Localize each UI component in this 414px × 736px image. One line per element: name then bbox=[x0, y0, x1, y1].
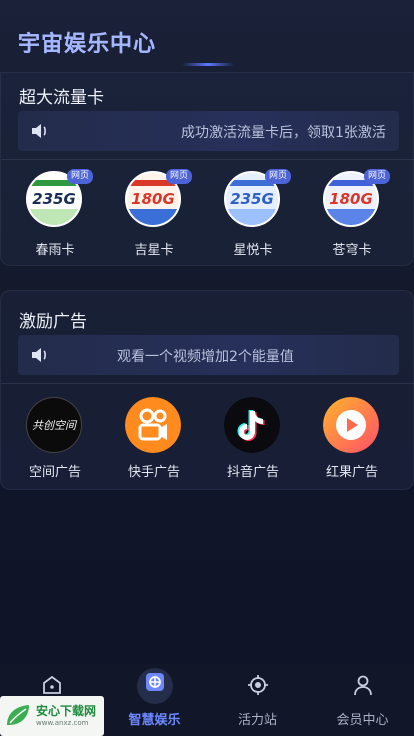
web-badge: 网页 bbox=[67, 169, 94, 184]
flow-card-grid: 235G 网页 春雨卡 180G 网页 吉星卡 235G 网页 星悦卡 180G… bbox=[1, 169, 414, 265]
kuaishou-icon bbox=[125, 397, 181, 453]
header-indicator bbox=[182, 63, 234, 66]
notice-text: 观看一个视频增加2个能量值 bbox=[117, 349, 294, 365]
ad-item-label: 空间广告 bbox=[28, 465, 81, 480]
section-title: 激励广告 bbox=[19, 312, 87, 332]
flow-card-section: 超大流量卡 成功激活流量卡后，领取1张激活 235G 网页 春雨卡 180G 网… bbox=[0, 72, 414, 266]
notice-text: 成功激活流量卡后，领取1张激活 bbox=[181, 125, 386, 141]
user-icon bbox=[354, 675, 372, 696]
ad-item-label: 快手广告 bbox=[127, 465, 180, 480]
web-badge: 网页 bbox=[364, 169, 391, 184]
ad-item-space[interactable]: 共创空间 空间广告 bbox=[15, 391, 95, 487]
watermark-title: 安心下载网 bbox=[36, 704, 97, 718]
app-header: 宇宙娱乐中心 bbox=[0, 22, 414, 72]
ad-grid: 共创空间 空间广告 快手广告 抖音广告 红果广告 bbox=[1, 391, 414, 487]
douyin-icon bbox=[224, 397, 280, 453]
sim-card-label: 吉星卡 bbox=[134, 243, 174, 258]
sim-card-chunyu[interactable]: 235G 网页 春雨卡 bbox=[15, 169, 95, 265]
tab-entertainment[interactable]: 智慧娱乐 bbox=[103, 664, 206, 736]
page-title: 宇宙娱乐中心 bbox=[18, 26, 156, 58]
sim-card-capacity: 235G bbox=[32, 190, 76, 208]
ad-item-hongguo[interactable]: 红果广告 bbox=[312, 391, 392, 487]
speaker-icon bbox=[32, 348, 46, 362]
hongguo-play-icon bbox=[323, 397, 379, 453]
sim-card-capacity: 180G bbox=[329, 190, 373, 208]
watermark-url: www.anxz.com bbox=[36, 719, 89, 727]
status-bar bbox=[0, 0, 414, 22]
sim-card-cangqiong[interactable]: 180G 网页 苍穹卡 bbox=[312, 169, 392, 265]
sim-card-xingyue[interactable]: 235G 网页 星悦卡 bbox=[213, 169, 293, 265]
tab-label: 会员中心 bbox=[336, 713, 389, 728]
ad-item-kuaishou[interactable]: 快手广告 bbox=[114, 391, 194, 487]
tab-label: 智慧娱乐 bbox=[128, 713, 181, 728]
incentive-ad-section: 激励广告 观看一个视频增加2个能量值 共创空间 空间广告 快手广告 抖音广告 红… bbox=[0, 290, 414, 490]
gongchuang-space-icon: 共创空间 bbox=[26, 397, 82, 453]
ad-notice-bar[interactable]: 观看一个视频增加2个能量值 bbox=[18, 335, 399, 375]
tab-vitality-station[interactable]: 活力站 bbox=[206, 664, 309, 736]
sim-card-label: 星悦卡 bbox=[233, 243, 273, 258]
divider bbox=[1, 383, 414, 384]
target-icon bbox=[248, 675, 268, 695]
sim-card-label: 苍穹卡 bbox=[332, 243, 372, 258]
divider bbox=[1, 159, 414, 160]
web-badge: 网页 bbox=[265, 169, 292, 184]
sim-card-label: 春雨卡 bbox=[35, 243, 75, 258]
sim-card-capacity: 235G bbox=[230, 190, 274, 208]
speaker-icon bbox=[32, 124, 46, 138]
ad-item-douyin[interactable]: 抖音广告 bbox=[213, 391, 293, 487]
ad-item-label: 红果广告 bbox=[325, 465, 378, 480]
section-title: 超大流量卡 bbox=[19, 88, 104, 108]
flow-notice-bar[interactable]: 成功激活流量卡后，领取1张激活 bbox=[18, 111, 399, 151]
sim-card-capacity: 180G bbox=[131, 190, 175, 208]
watermark-logo: 安心下载网 www.anxz.com bbox=[0, 696, 104, 736]
home-icon bbox=[43, 675, 61, 694]
ad-item-label: 抖音广告 bbox=[226, 465, 279, 480]
tab-label: 活力站 bbox=[237, 713, 277, 728]
tab-member-center[interactable]: 会员中心 bbox=[311, 664, 414, 736]
entertainment-icon bbox=[146, 673, 164, 691]
sim-card-jixing[interactable]: 180G 网页 吉星卡 bbox=[114, 169, 194, 265]
web-badge: 网页 bbox=[166, 169, 193, 184]
leaf-logo-icon bbox=[7, 705, 29, 725]
